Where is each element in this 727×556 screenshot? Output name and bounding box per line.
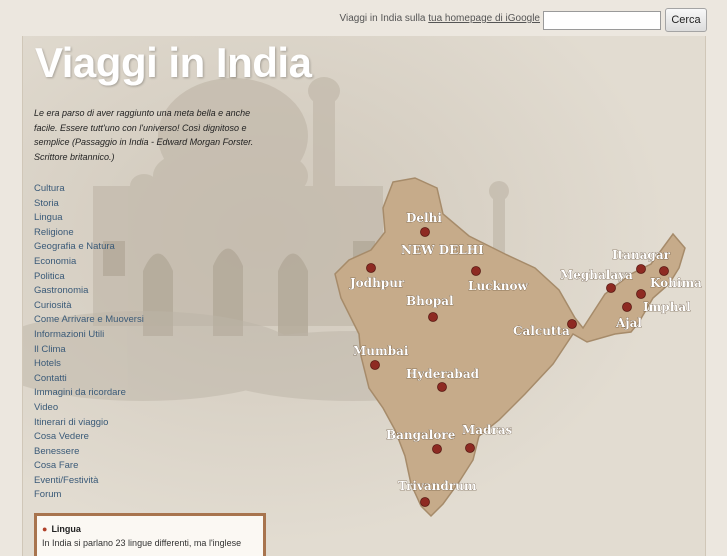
city-label-mumbai[interactable]: Mumbai [353, 344, 409, 359]
city-label-madras[interactable]: Madras [462, 423, 513, 438]
igoogle-hint-text: Viaggi in India sulla [339, 13, 429, 24]
city-label-delhi[interactable]: Delhi [406, 211, 443, 226]
city-marker-meghalaya[interactable] [606, 283, 616, 293]
city-marker-madras[interactable] [465, 443, 475, 453]
city-label-calcutta[interactable]: Calcutta [513, 324, 571, 339]
igoogle-hint: Viaggi in India sulla tua homepage di iG… [330, 13, 540, 24]
search-button[interactable]: Cerca [665, 8, 707, 32]
city-marker-mumbai[interactable] [370, 360, 380, 370]
info-box: ● Lingua In India si parlano 23 lingue di… [34, 513, 266, 556]
city-label-ajal[interactable]: Ajal [615, 316, 643, 331]
city-label-itanagar[interactable]: Itanagar [612, 248, 671, 263]
main-frame: Viaggi in India Le era parso di aver rag… [22, 36, 706, 556]
city-marker-ajal[interactable] [622, 302, 632, 312]
search-input[interactable] [543, 11, 661, 30]
city-label-kohima[interactable]: Kohima [650, 276, 703, 291]
city-label-imphal[interactable]: Imphal [643, 300, 692, 315]
city-marker-jodhpur[interactable] [366, 263, 376, 273]
india-map: Delhi NEW DELHI Jodhpur Lucknow Bhopal C… [334, 177, 703, 518]
city-label-bhopal[interactable]: Bhopal [406, 294, 455, 309]
city-label-bangalore[interactable]: Bangalore [386, 428, 456, 443]
city-marker-imphal[interactable] [636, 289, 646, 299]
city-marker-trivandrum[interactable] [420, 497, 430, 507]
city-label-hyderabad[interactable]: Hyderabad [406, 367, 480, 382]
info-box-text: In India si parlano 23 lingue differenti… [42, 538, 242, 548]
info-box-header: ● Lingua [42, 524, 81, 534]
city-label-meghalaya[interactable]: Meghalaya [560, 268, 634, 283]
igoogle-link[interactable]: tua homepage di iGoogle [428, 13, 540, 24]
info-box-title: Lingua [51, 524, 81, 534]
bullet-icon: ● [42, 524, 48, 534]
city-marker-bangalore[interactable] [432, 444, 442, 454]
city-marker-hyderabad[interactable] [437, 382, 447, 392]
city-marker-delhi[interactable] [420, 227, 430, 237]
city-label-new-delhi[interactable]: NEW DELHI [401, 243, 485, 258]
city-marker-lucknow[interactable] [471, 266, 481, 276]
city-label-trivandrum[interactable]: Trivandrum [398, 479, 477, 494]
top-bar: Viaggi in India sulla tua homepage di iG… [0, 0, 727, 36]
city-marker-bhopal[interactable] [428, 312, 438, 322]
city-label-lucknow[interactable]: Lucknow [468, 279, 529, 294]
city-marker-itanagar[interactable] [636, 264, 646, 274]
city-label-jodhpur[interactable]: Jodhpur [349, 276, 406, 291]
city-marker-kohima[interactable] [659, 266, 669, 276]
